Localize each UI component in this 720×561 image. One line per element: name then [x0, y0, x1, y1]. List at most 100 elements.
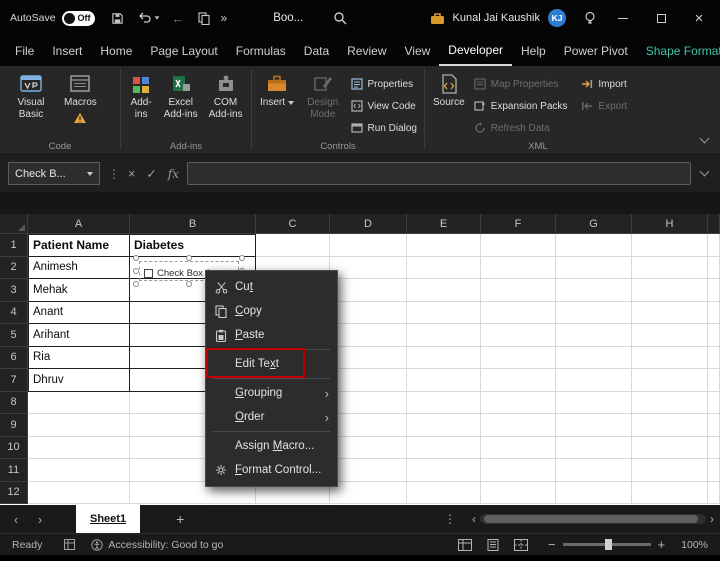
cell-A6[interactable]: Ria [28, 346, 130, 369]
cell-G12[interactable] [556, 481, 632, 504]
cell-E1[interactable] [407, 234, 481, 257]
tab-power-pivot[interactable]: Power Pivot [555, 36, 637, 66]
selection-handle[interactable] [186, 255, 192, 261]
cell-H9[interactable] [632, 414, 708, 437]
col-header-F[interactable]: F [481, 214, 556, 234]
addins-button[interactable]: Add-ins [125, 71, 157, 123]
collapse-ribbon-icon[interactable] [699, 133, 710, 144]
cell-G11[interactable] [556, 459, 632, 482]
cell-A2[interactable]: Animesh [28, 256, 130, 279]
user-name[interactable]: Kunal Jai Kaushik [453, 12, 540, 24]
refresh-data-button[interactable]: Refresh Data [471, 118, 571, 138]
zoom-level[interactable]: 100% [681, 539, 708, 551]
avatar[interactable]: KJ [548, 9, 566, 27]
cell-E8[interactable] [407, 391, 481, 414]
cell-D12[interactable] [330, 481, 407, 504]
undo-button[interactable] [138, 12, 160, 24]
import-button[interactable]: Import [578, 74, 630, 94]
col-header-G[interactable]: G [556, 214, 632, 234]
cell-H11[interactable] [632, 459, 708, 482]
tab-home[interactable]: Home [91, 36, 141, 66]
cell-H4[interactable] [632, 301, 708, 324]
cell-H1[interactable] [632, 234, 708, 257]
menu-item-cut[interactable]: Cut [206, 275, 337, 299]
cell-F11[interactable] [481, 459, 556, 482]
cell-E11[interactable] [407, 459, 481, 482]
cell-E3[interactable] [407, 279, 481, 302]
tab-file[interactable]: File [6, 36, 43, 66]
visual-basic-button[interactable]: Visual Basic [4, 71, 58, 123]
cell-C1[interactable] [256, 234, 330, 257]
com-addins-button[interactable]: COM Add-ins [204, 71, 247, 123]
cell-H10[interactable] [632, 436, 708, 459]
expand-formula-bar-icon[interactable] [699, 166, 710, 177]
sheet-nav-prev-icon[interactable]: ‹ [4, 512, 28, 527]
tab-help[interactable]: Help [512, 36, 555, 66]
cell-F4[interactable] [481, 301, 556, 324]
cell-G10[interactable] [556, 436, 632, 459]
cell-H6[interactable] [632, 346, 708, 369]
zoom-slider-thumb[interactable] [604, 539, 612, 550]
insert-function-button[interactable]: fx [168, 167, 179, 181]
autosave-toggle[interactable]: Off [61, 10, 95, 26]
insert-control-button[interactable]: Insert [256, 71, 298, 112]
name-box[interactable]: Check B... [8, 162, 100, 185]
cell-E9[interactable] [407, 414, 481, 437]
cell-A12[interactable] [28, 481, 130, 504]
scroll-right-icon[interactable]: › [710, 512, 714, 526]
properties-button[interactable]: Properties [348, 74, 420, 94]
tab-page-layout[interactable]: Page Layout [141, 36, 226, 66]
col-header-A[interactable]: A [28, 214, 130, 234]
row-header-12[interactable]: 12 [0, 481, 28, 504]
cell-F2[interactable] [481, 256, 556, 279]
maximize-button[interactable] [646, 13, 676, 23]
cell-D9[interactable] [330, 414, 407, 437]
cell-G7[interactable] [556, 369, 632, 392]
zoom-slider[interactable] [562, 539, 651, 550]
cell-A1[interactable]: Patient Name [28, 234, 130, 257]
cell-D4[interactable] [330, 301, 407, 324]
selection-handle[interactable] [239, 255, 245, 261]
row-header-4[interactable]: 4 [0, 301, 28, 324]
cell-A5[interactable]: Arihant [28, 324, 130, 347]
cell-E2[interactable] [407, 256, 481, 279]
cell-H5[interactable] [632, 324, 708, 347]
sheet-tab-sheet1[interactable]: Sheet1 [76, 505, 141, 533]
export-button[interactable]: Export [578, 96, 630, 116]
tab-data[interactable]: Data [295, 36, 338, 66]
row-header-8[interactable]: 8 [0, 391, 28, 414]
save-button[interactable] [111, 12, 124, 25]
cell-G8[interactable] [556, 391, 632, 414]
autosave-control[interactable]: AutoSave Off [10, 10, 95, 26]
scrollbar-resize-dots[interactable]: ⋮ [444, 512, 456, 526]
cell-D2[interactable] [330, 256, 407, 279]
selection-handle[interactable] [133, 268, 139, 274]
row-header-6[interactable]: 6 [0, 346, 28, 369]
cell-A3[interactable]: Mehak [28, 279, 130, 302]
cell-D3[interactable] [330, 279, 407, 302]
cell-A10[interactable] [28, 436, 130, 459]
close-button[interactable]: × [684, 10, 714, 27]
tab-view[interactable]: View [396, 36, 440, 66]
qat-overflow-button[interactable]: » [221, 11, 228, 25]
row-header-2[interactable]: 2 [0, 256, 28, 279]
map-properties-button[interactable]: Map Properties [471, 74, 571, 94]
run-dialog-button[interactable]: Run Dialog [348, 118, 420, 138]
cell-A7[interactable]: Dhruv [28, 369, 130, 392]
horizontal-scrollbar[interactable] [480, 514, 706, 524]
menu-item-copy[interactable]: Copy [206, 299, 337, 323]
tab-shape-format[interactable]: Shape Format [637, 36, 720, 66]
cell-F6[interactable] [481, 346, 556, 369]
cell-G6[interactable] [556, 346, 632, 369]
cell-G2[interactable] [556, 256, 632, 279]
row-header-7[interactable]: 7 [0, 369, 28, 392]
selection-handle[interactable] [133, 281, 139, 287]
tab-review[interactable]: Review [338, 36, 395, 66]
menu-item-grouping[interactable]: Grouping › [206, 381, 337, 405]
redo-button[interactable]: ← [172, 11, 185, 26]
cell-F3[interactable] [481, 279, 556, 302]
cell-H8[interactable] [632, 391, 708, 414]
enter-formula-button[interactable]: ✓ [146, 166, 156, 181]
cell-E7[interactable] [407, 369, 481, 392]
tab-developer[interactable]: Developer [439, 36, 512, 66]
